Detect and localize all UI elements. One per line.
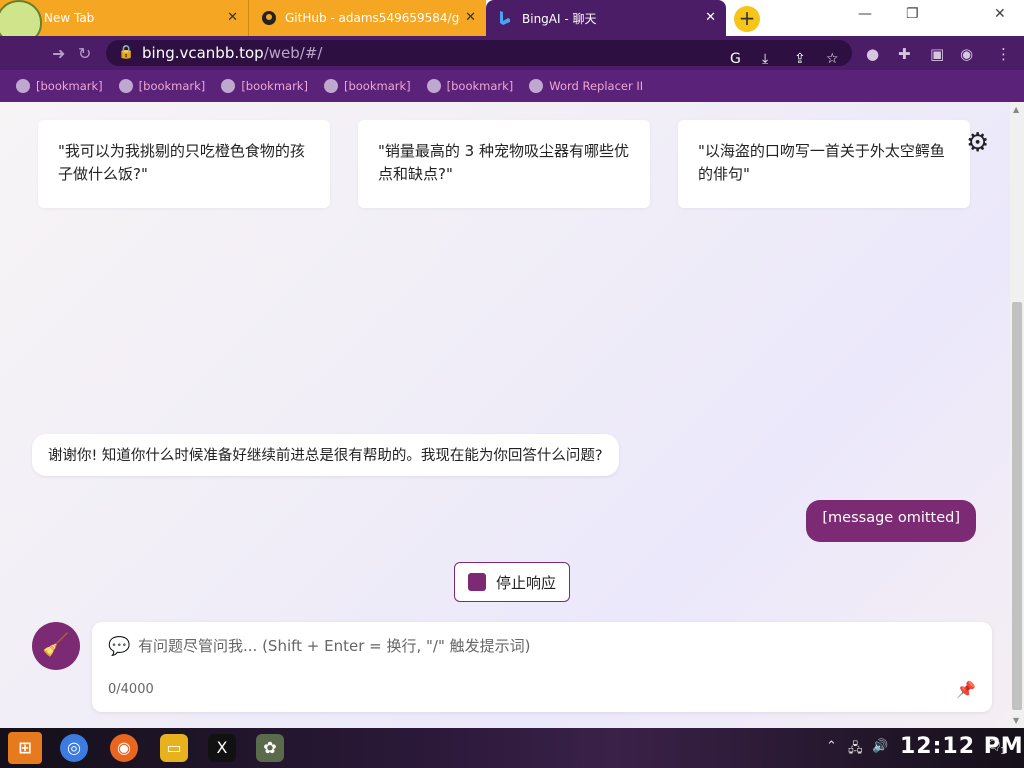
bookmark-item[interactable]: [bookmark]: [426, 79, 513, 93]
close-icon[interactable]: ✕: [705, 10, 716, 25]
os-taskbar: ⊞ ◎ ◉ ▭ X ✿ ⌃ 🖧 🔊 12:12 PM 🗨 1: [0, 728, 1024, 768]
bookmarks-bar: [bookmark] [bookmark] [bookmark] [bookma…: [0, 70, 1024, 102]
chat-page: "我可以为我挑剔的只吃橙色食物的孩子做什么饭?" "销量最高的 3 种宠物吸尘器…: [0, 102, 1010, 728]
globe-icon: [529, 79, 544, 93]
bookmark-icon: [118, 79, 133, 93]
tab-strip: New Tab ✕ GitHub - adams549659584/go ✕ B…: [0, 0, 1024, 44]
new-topic-broom-button[interactable]: 🧹: [32, 622, 80, 670]
window-close-button[interactable]: ✕: [994, 6, 1006, 22]
tab-bingai[interactable]: BingAI - 聊天 ✕: [486, 0, 726, 36]
bookmark-item[interactable]: [bookmark]: [118, 79, 205, 93]
url-domain: bing.vcanbb.top: [142, 44, 264, 62]
extension-avatar-icon[interactable]: ●: [866, 45, 879, 63]
gear-icon[interactable]: ⚙: [966, 128, 989, 158]
stop-response-button[interactable]: 停止响应: [454, 562, 570, 602]
volume-icon[interactable]: 🔊: [872, 739, 888, 754]
char-counter: 0/4000: [108, 682, 154, 697]
bookmark-star-icon[interactable]: ☆: [826, 46, 839, 72]
chat-composer: 💬 0/4000 📌: [92, 622, 992, 712]
chat-bubble-icon: 💬: [108, 636, 131, 657]
suggestion-card[interactable]: "销量最高的 3 种宠物吸尘器有哪些优点和缺点?": [358, 120, 650, 208]
reload-icon[interactable]: ↻: [78, 44, 91, 63]
menu-kebab-icon[interactable]: ⋮: [996, 45, 1011, 63]
notification-count: 1: [1000, 746, 1007, 757]
scroll-up-icon[interactable]: ▲: [1013, 105, 1019, 114]
tab-title: GitHub - adams549659584/go: [285, 11, 460, 25]
chrome-icon[interactable]: ◎: [60, 734, 88, 762]
suggestion-card[interactable]: "以海盗的口吻写一首关于外太空鳄鱼的俳句": [678, 120, 970, 208]
bing-icon: [500, 11, 510, 25]
new-tab-button[interactable]: +: [734, 6, 760, 32]
app-x-icon[interactable]: X: [208, 734, 236, 762]
close-icon[interactable]: ✕: [465, 10, 476, 25]
globe-icon: [16, 79, 30, 93]
suggestion-card[interactable]: "我可以为我挑剔的只吃橙色食物的孩子做什么饭?": [38, 120, 330, 208]
profile-icon[interactable]: ◉: [960, 45, 973, 63]
tray-chevron-icon[interactable]: ⌃: [826, 739, 837, 754]
tab-github[interactable]: GitHub - adams549659584/go ✕: [248, 0, 486, 36]
google-icon[interactable]: G: [730, 46, 741, 72]
globe-icon: [323, 79, 338, 93]
github-icon: [262, 11, 276, 25]
page-scrollbar[interactable]: ▲ ▼: [1010, 102, 1024, 728]
scroll-down-icon[interactable]: ▼: [1013, 716, 1019, 725]
share-icon[interactable]: ⇪: [794, 46, 806, 72]
browser-toolbar: ➜ ↻ 🔒 bing.vcanbb.top/web/#/ G ⤓ ⇪ ☆ ● ✚…: [0, 36, 1024, 70]
bookmark-icon: [221, 79, 236, 93]
tab-title: New Tab: [44, 11, 95, 25]
minimize-button[interactable]: —: [858, 6, 872, 22]
stop-icon: [467, 573, 486, 591]
close-icon[interactable]: ✕: [227, 10, 238, 25]
url-path: /web/#/: [263, 44, 323, 62]
stop-response-label: 停止响应: [495, 573, 556, 592]
bot-message: 谢谢你! 知道你什么时候准备好继续前进总是很有帮助的。我现在能为你回答什么问题?: [32, 434, 619, 476]
bookmark-item[interactable]: [bookmark]: [323, 79, 411, 93]
scroll-thumb[interactable]: [1012, 302, 1022, 710]
address-bar[interactable]: 🔒 bing.vcanbb.top/web/#/ G ⤓ ⇪ ☆: [106, 40, 852, 67]
bookmark-item[interactable]: Word Replacer II: [529, 79, 643, 93]
user-message: [message omitted]: [806, 500, 976, 542]
install-icon[interactable]: ⤓: [762, 46, 768, 72]
chat-input[interactable]: [138, 632, 958, 660]
forward-arrow-icon[interactable]: ➜: [52, 44, 65, 63]
extensions-puzzle-icon[interactable]: ✚: [898, 45, 911, 63]
side-panel-icon[interactable]: ▣: [930, 45, 944, 63]
bookmark-item[interactable]: [bookmark]: [221, 79, 308, 93]
app-picture-icon[interactable]: ✿: [256, 734, 284, 762]
pin-icon[interactable]: 📌: [956, 680, 976, 699]
start-button[interactable]: ⊞: [8, 732, 42, 764]
bookmark-item[interactable]: [bookmark]: [16, 79, 103, 93]
lock-icon: 🔒: [118, 45, 135, 60]
firefox-icon[interactable]: ◉: [110, 734, 138, 762]
bookmark-icon: [426, 79, 441, 93]
network-icon[interactable]: 🖧: [848, 739, 863, 761]
tab-title: BingAI - 聊天: [522, 11, 597, 26]
broom-icon: 🧹: [42, 633, 70, 658]
file-explorer-icon[interactable]: ▭: [160, 734, 188, 762]
restore-button[interactable]: ❐: [906, 6, 919, 22]
